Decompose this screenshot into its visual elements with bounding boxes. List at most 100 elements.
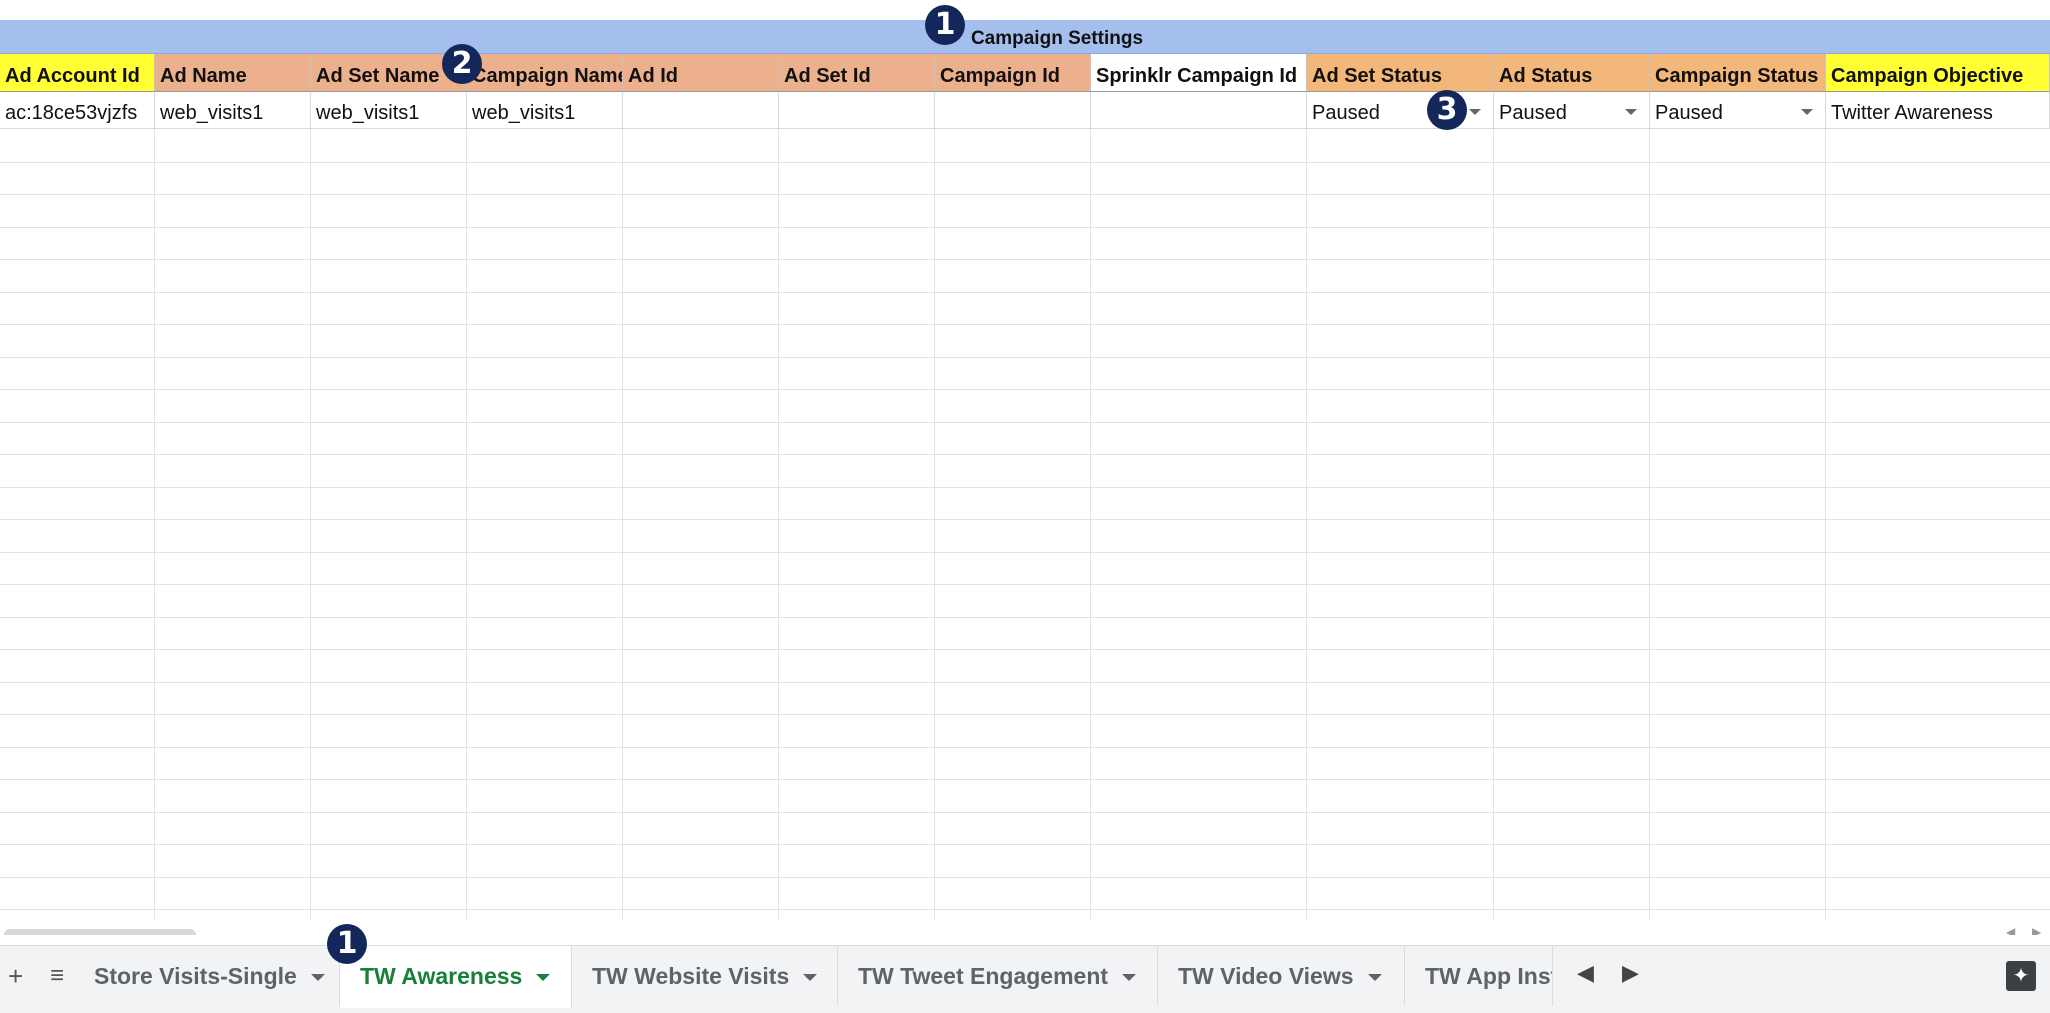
grid-row-line xyxy=(0,389,2050,390)
cell-value: Twitter Awareness xyxy=(1831,102,1993,124)
cell-value: web_visits1 xyxy=(160,102,264,124)
grid-column-line xyxy=(1306,129,1307,919)
column-header[interactable]: Ad Set Id xyxy=(779,54,935,92)
arrow-right-icon[interactable]: ▶ xyxy=(1622,960,1639,986)
grid-column-line xyxy=(778,129,779,919)
grid-row-line xyxy=(0,162,2050,163)
callout-badge-2: 2 xyxy=(442,44,482,84)
cell-value: ac:18ce53vjzfs xyxy=(5,102,138,124)
scroll-right-small-icon[interactable]: ▶ xyxy=(2032,925,2041,935)
grid-row-line xyxy=(0,259,2050,260)
data-cell[interactable]: web_visits1 xyxy=(155,92,311,129)
cell-value: Paused xyxy=(1312,102,1380,124)
cell-value: web_visits1 xyxy=(316,102,420,124)
chevron-down-icon[interactable] xyxy=(1469,109,1481,115)
column-header[interactable]: Sprinklr Campaign Id xyxy=(1091,54,1307,92)
column-header[interactable]: Ad Name xyxy=(155,54,311,92)
grid-row-line xyxy=(0,292,2050,293)
sheet-tab[interactable]: TW Video Views xyxy=(1158,946,1405,1006)
column-header[interactable]: Campaign Objective xyxy=(1826,54,2050,92)
chevron-down-icon[interactable] xyxy=(536,974,551,982)
sheet-tab-label: TW Tweet Engagement xyxy=(858,963,1109,989)
spreadsheet-grid[interactable]: Campaign Settings Ad Account Id Ad Name Ad… xyxy=(0,0,2050,935)
list-icon[interactable]: ≡ xyxy=(50,946,64,1013)
cell-value: Paused xyxy=(1499,102,1567,124)
grid-row-line xyxy=(0,454,2050,455)
data-cell[interactable] xyxy=(1091,92,1307,129)
status-dropdown-cell[interactable]: Paused xyxy=(1650,92,1826,129)
horizontal-scrollbar[interactable] xyxy=(0,929,1995,935)
data-cell[interactable]: Twitter Awareness xyxy=(1826,92,2050,129)
grid-row-line xyxy=(0,422,2050,423)
callout-badge-1: 1 xyxy=(925,5,965,45)
data-cell[interactable] xyxy=(935,92,1091,129)
data-cell[interactable]: ac:18ce53vjzfs xyxy=(0,92,155,129)
grid-row-line xyxy=(0,714,2050,715)
sheet-tab-label: TW Awareness xyxy=(360,963,523,989)
grid-column-line xyxy=(310,129,311,919)
plus-icon[interactable]: + xyxy=(8,946,23,1013)
grid-column-line xyxy=(466,129,467,919)
grid-row-line xyxy=(0,812,2050,813)
grid-row-line xyxy=(0,487,2050,488)
column-header[interactable]: Campaign Id xyxy=(935,54,1091,92)
column-header[interactable]: Ad Status xyxy=(1494,54,1650,92)
sheet-tab-label: TW Video Views xyxy=(1178,963,1354,989)
grid-column-line xyxy=(1493,129,1494,919)
data-cell[interactable] xyxy=(623,92,779,129)
data-cell[interactable]: web_visits1 xyxy=(467,92,623,129)
grid-row-line xyxy=(0,649,2050,650)
grid-row-line xyxy=(0,779,2050,780)
chevron-down-icon[interactable] xyxy=(1367,974,1382,982)
grid-row-line xyxy=(0,617,2050,618)
grid-row-line xyxy=(0,682,2050,683)
column-header[interactable]: Campaign Status xyxy=(1650,54,1826,92)
scrollbar-thumb[interactable] xyxy=(4,929,196,935)
grid-column-line xyxy=(154,129,155,919)
grid-column-line xyxy=(1825,129,1826,919)
column-header[interactable]: Ad Set Status xyxy=(1307,54,1494,92)
sheet-tab-label: TW Website Visits xyxy=(592,963,790,989)
chevron-down-icon[interactable] xyxy=(1801,109,1813,115)
grid-row-line xyxy=(0,909,2050,910)
grid-row-line xyxy=(0,584,2050,585)
sheet-tab-bar: + ≡ Store Visits-Single TW Awareness TW We… xyxy=(0,924,2050,1013)
sparkle-icon[interactable]: ✦ xyxy=(2006,961,2036,991)
sheet-tab-label: TW App Inst xyxy=(1425,963,1553,989)
data-cell[interactable]: web_visits1 xyxy=(311,92,467,129)
column-header[interactable]: Ad Account Id xyxy=(0,54,155,92)
cell-value: Paused xyxy=(1655,102,1723,124)
grid-row-line xyxy=(0,747,2050,748)
cell-value: web_visits1 xyxy=(472,102,576,124)
sheet-tab[interactable]: TW Tweet Engagement xyxy=(838,946,1158,1006)
data-cell[interactable] xyxy=(779,92,935,129)
chevron-down-icon[interactable] xyxy=(1122,974,1137,982)
grid-row-line xyxy=(0,194,2050,195)
grid-column-line xyxy=(622,129,623,919)
callout-badge-3: 3 xyxy=(1427,90,1467,130)
status-dropdown-cell[interactable]: Paused xyxy=(1494,92,1650,129)
grid-row-line xyxy=(0,552,2050,553)
sheet-tab[interactable]: TW Awareness xyxy=(340,946,572,1008)
sheet-tab[interactable]: TW App Inst xyxy=(1405,946,1553,1006)
chevron-down-icon[interactable] xyxy=(803,974,818,982)
grid-column-line xyxy=(1090,129,1091,919)
campaign-settings-banner[interactable]: Campaign Settings xyxy=(0,20,2050,54)
callout-badge-1-tab: 1 xyxy=(327,924,367,964)
grid-row-line xyxy=(0,324,2050,325)
arrow-left-icon[interactable]: ◀ xyxy=(1577,960,1594,986)
grid-row-line xyxy=(0,519,2050,520)
grid-row-line xyxy=(0,357,2050,358)
sheet-tab[interactable]: Store Visits-Single xyxy=(76,946,340,1006)
grid-row-line xyxy=(0,227,2050,228)
grid-column-line xyxy=(934,129,935,919)
grid-row-line xyxy=(0,877,2050,878)
banner-title: Campaign Settings xyxy=(970,28,1144,49)
sheet-tab[interactable]: TW Website Visits xyxy=(572,946,838,1006)
scroll-left-small-icon[interactable]: ◀ xyxy=(2006,925,2015,935)
sheet-tab-label: Store Visits-Single xyxy=(94,963,297,989)
column-header[interactable]: Campaign Name xyxy=(467,54,623,92)
chevron-down-icon[interactable] xyxy=(310,974,325,982)
chevron-down-icon[interactable] xyxy=(1625,109,1637,115)
column-header[interactable]: Ad Id xyxy=(623,54,779,92)
